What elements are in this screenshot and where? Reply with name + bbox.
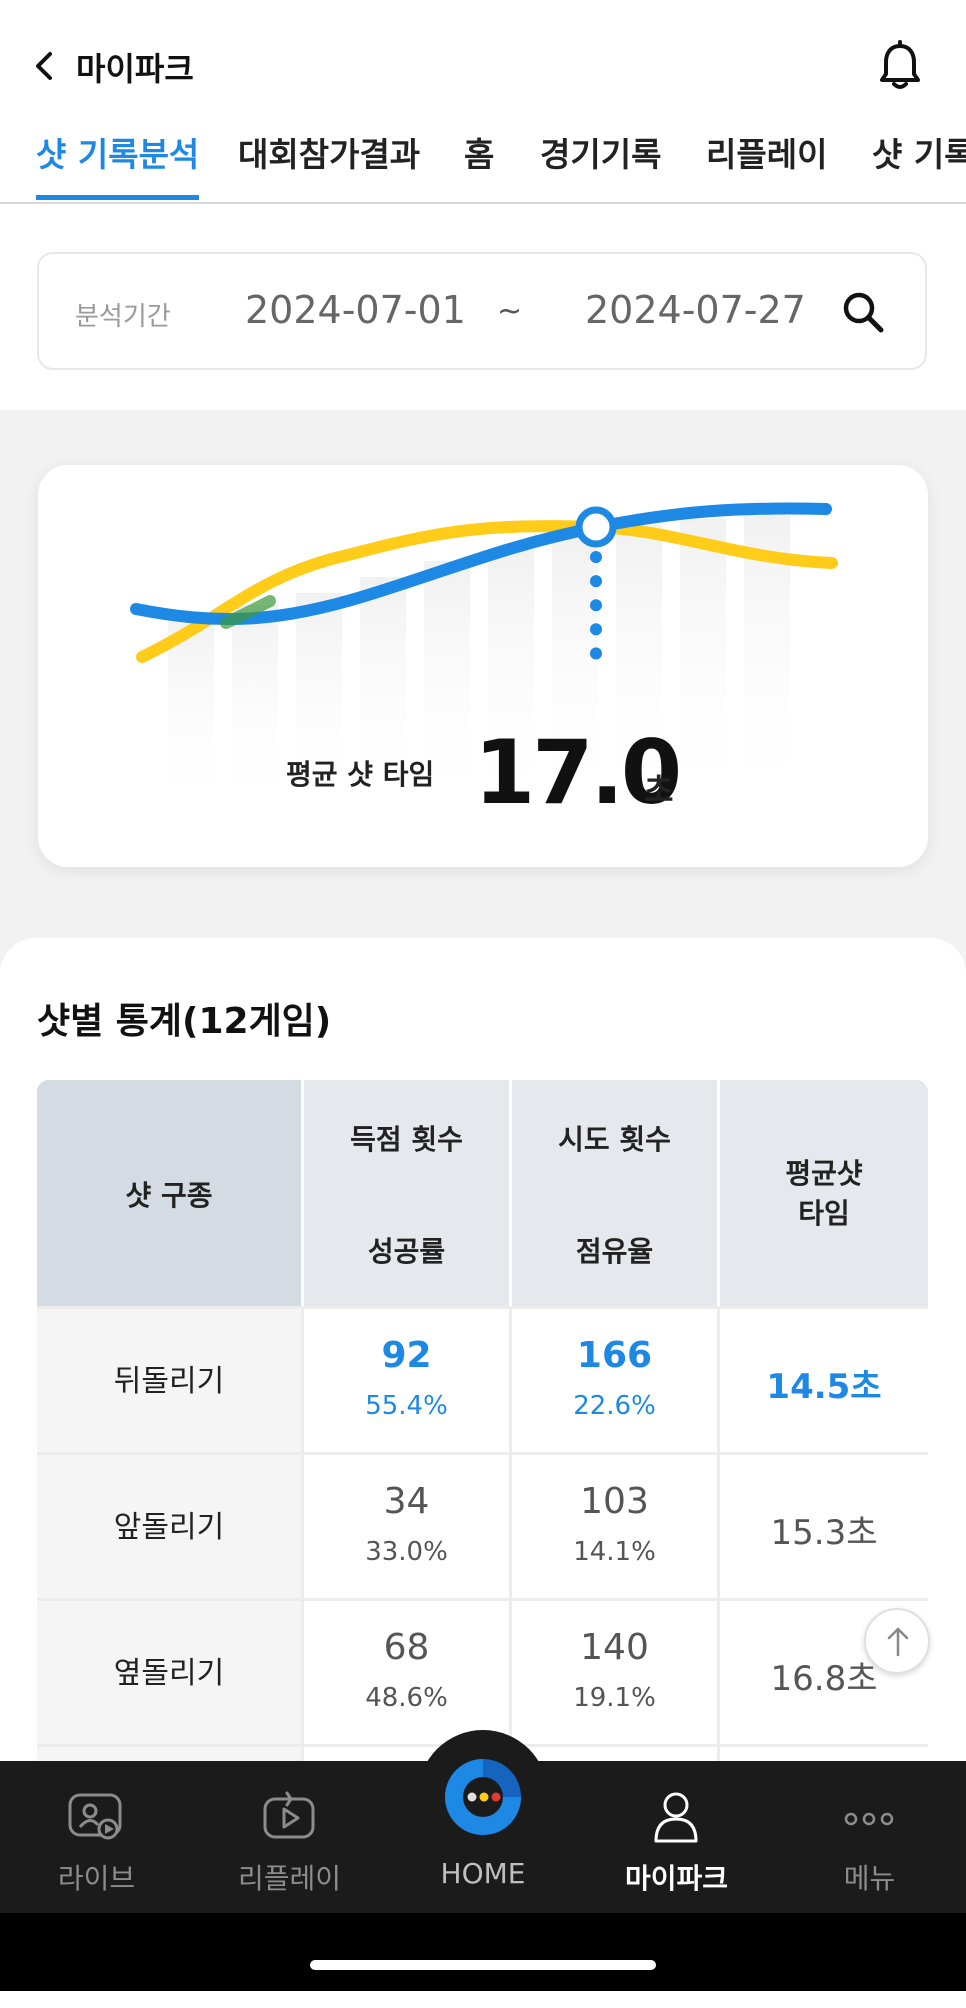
home-logo-icon[interactable] [436, 1750, 530, 1844]
notification-bell-icon[interactable] [876, 40, 924, 92]
home-label: HOME [440, 1857, 526, 1890]
average-shot-time-card: 평균 샷 타임 17.0 초 [38, 465, 928, 867]
scores-cell: 34 33.0% [304, 1455, 512, 1601]
nav-replay[interactable]: 리플레이 [193, 1761, 386, 1913]
live-icon [68, 1793, 122, 1840]
tab-shot-records[interactable]: 샷 기록 [872, 128, 966, 200]
shot-type-cell: 앞돌리기 [37, 1455, 304, 1601]
section-title: 샷별 통계(12게임) [37, 1001, 332, 1042]
search-icon[interactable] [841, 290, 885, 334]
background-bar [680, 519, 726, 815]
more-icon [844, 1812, 894, 1826]
background-bar [232, 605, 278, 815]
replay-icon [263, 1791, 315, 1839]
back-arrow-icon[interactable] [30, 48, 60, 84]
tab-tournament-results[interactable]: 대회참가결과 [238, 128, 420, 200]
table-row: 뒤돌리기 92 55.4% 166 22.6% 14.5초 [37, 1306, 928, 1455]
scroll-to-top-button[interactable] [864, 1608, 930, 1674]
nav-label: 라이브 [57, 1862, 136, 1895]
analysis-period-filter: 분석기간 2024-07-01 ~ 2024-07-27 [37, 252, 927, 370]
nav-mypark[interactable]: 마이파크 [580, 1761, 773, 1913]
header-attempts: 시도 횟수 점유율 [512, 1080, 720, 1306]
tab-replay[interactable]: 리플레이 [706, 128, 827, 200]
app-header: 마이파크 [0, 20, 966, 110]
period-label: 분석기간 [75, 302, 171, 332]
home-indicator[interactable] [310, 1960, 656, 1970]
nav-live[interactable]: 라이브 [0, 1761, 193, 1913]
attempts-cell: 166 22.6% [512, 1309, 720, 1455]
table-row: 옆돌리기 68 48.6% 140 19.1% 16.8초 [37, 1598, 928, 1747]
nav-label: 메뉴 [843, 1862, 896, 1895]
end-date-field[interactable]: 2024-07-27 [585, 288, 806, 332]
top-section: 마이파크 샷 기록분석 대회참가결과 홈 경기기록 리플레이 샷 기록 분석기간… [0, 0, 966, 410]
header-shot-type: 샷 구종 [37, 1080, 304, 1306]
header-average-shot-time: 평균샷 타임 [785, 1157, 863, 1230]
start-date-field[interactable]: 2024-07-01 [245, 288, 466, 332]
tab-home[interactable]: 홈 [464, 128, 494, 200]
avg-time-cell: 15.3초 [770, 1513, 878, 1553]
shot-type-cell: 옆돌리기 [37, 1601, 304, 1747]
page-title: 마이파크 [76, 50, 194, 88]
average-shot-time-label: 평균 샷 타임 [286, 758, 435, 791]
table-header: 샷 구종 득점 횟수 성공률 시도 횟수 점유율 평균샷 타임 [37, 1080, 928, 1306]
date-separator: ~ [497, 294, 523, 329]
system-bar [0, 1913, 966, 1991]
table-row: 앞돌리기 34 33.0% 103 14.1% 15.3초 [37, 1452, 928, 1601]
nav-label: 리플레이 [237, 1862, 342, 1895]
person-icon [654, 1792, 698, 1843]
avg-time-cell: 14.5초 [766, 1367, 882, 1407]
marker-point [575, 506, 617, 548]
header-scores: 득점 횟수 성공률 [304, 1080, 512, 1306]
tab-bar: 샷 기록분석 대회참가결과 홈 경기기록 리플레이 샷 기록 [0, 128, 966, 204]
attempts-cell: 103 14.1% [512, 1455, 720, 1601]
nav-label: 마이파크 [624, 1862, 729, 1895]
tab-game-records[interactable]: 경기기록 [540, 128, 661, 200]
scores-cell: 68 48.6% [304, 1601, 512, 1747]
nav-menu[interactable]: 메뉴 [773, 1761, 966, 1913]
arrow-up-icon [887, 1627, 909, 1657]
shot-type-cell: 뒤돌리기 [37, 1309, 304, 1455]
tab-shot-analysis[interactable]: 샷 기록분석 [36, 128, 200, 200]
scores-cell: 92 55.4% [304, 1309, 512, 1455]
average-shot-time-unit: 초 [644, 771, 674, 809]
attempts-cell: 140 19.1% [512, 1601, 720, 1747]
